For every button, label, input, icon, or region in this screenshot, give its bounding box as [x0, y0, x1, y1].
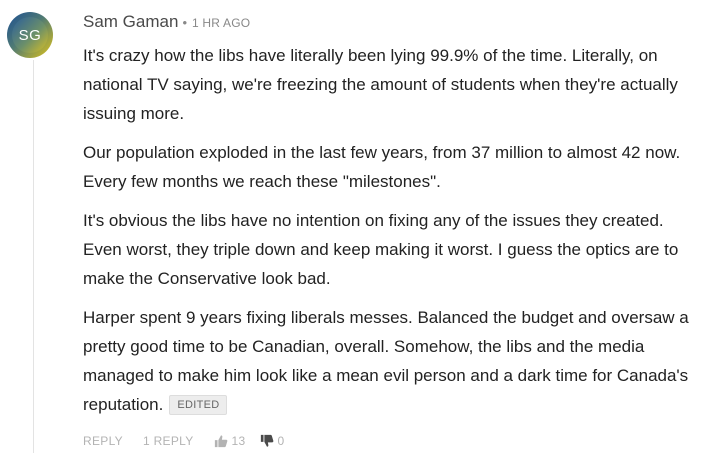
- comment-paragraph: Our population exploded in the last few …: [83, 143, 681, 191]
- upvote-count: 13: [231, 434, 246, 448]
- author-name[interactable]: Sam Gaman: [83, 12, 178, 32]
- thread-line: [33, 60, 34, 453]
- edited-badge: EDITED: [169, 395, 228, 415]
- view-replies-button[interactable]: 1 REPLY: [143, 434, 194, 448]
- thumbs-down-icon: [260, 434, 273, 447]
- avatar-initials: SG: [12, 17, 48, 53]
- comment-paragraph: It's obvious the libs have no intention …: [83, 211, 679, 288]
- comment-paragraph: It's crazy how the libs have literally b…: [83, 46, 678, 123]
- upvote-button[interactable]: 13: [214, 434, 246, 448]
- comment-header: Sam Gaman • 1 HR AGO: [83, 12, 250, 32]
- comment-actions: REPLY 1 REPLY 13 0: [83, 434, 298, 448]
- thumbs-up-icon: [214, 435, 227, 448]
- downvote-count: 0: [277, 434, 285, 448]
- reply-button[interactable]: REPLY: [83, 434, 123, 448]
- comment-paragraph-last: Harper spent 9 years fixing liberals mes…: [83, 303, 703, 419]
- separator-dot: •: [182, 15, 187, 30]
- downvote-button[interactable]: 0: [260, 434, 285, 448]
- comment-body: It's crazy how the libs have literally b…: [83, 41, 703, 429]
- timestamp[interactable]: 1 HR AGO: [192, 16, 250, 30]
- avatar[interactable]: SG: [7, 12, 53, 58]
